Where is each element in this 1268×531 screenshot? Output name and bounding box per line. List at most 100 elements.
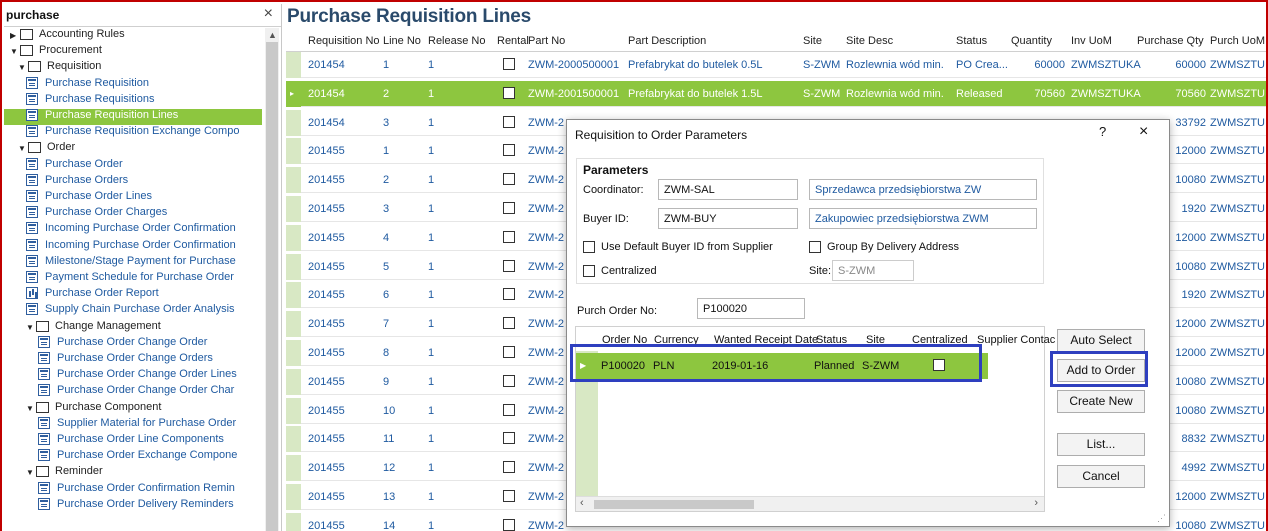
expand-down-icon[interactable]: ▼ [26,466,36,479]
rental-checkbox[interactable] [503,144,515,157]
auto-select-button[interactable]: Auto Select [1057,329,1145,352]
coordinator-field[interactable]: ZWM-SAL [658,179,798,200]
order-row[interactable]: ▶ P100020 PLN 2019-01-16 Planned S-ZWM [576,353,988,379]
nav-item-requisition[interactable]: ▼ Requisition [18,60,101,76]
rental-checkbox[interactable] [503,58,515,70]
nav-item-purchase-requisition-lines[interactable]: Purchase Requisition Lines [4,109,262,125]
order-grid-hscroll[interactable]: ‹ › [576,496,1044,511]
nav-item-purchase-order-exchange-compone[interactable]: Purchase Order Exchange Compone [38,449,237,465]
navigator-scrollbar[interactable]: ▲ [265,28,279,531]
column-header-part-description[interactable]: Part Description [628,35,706,47]
nav-item-incoming-purchase-order-confirmation[interactable]: Incoming Purchase Order Confirmation [26,222,236,238]
centralized-checkbox[interactable] [583,265,595,277]
close-icon[interactable]: × [1139,123,1148,141]
buyer-id-field[interactable]: ZWM-BUY [658,208,798,229]
nav-item-order[interactable]: ▼ Order [18,141,75,157]
rental-checkbox[interactable] [503,403,515,416]
help-icon[interactable]: ? [1099,124,1106,139]
navigator-search-input[interactable] [6,6,256,24]
order-column-status[interactable]: Status [816,334,847,346]
resize-grip-icon[interactable]: ⋰ [1157,513,1166,524]
rental-checkbox[interactable] [503,259,515,272]
nav-item-procurement[interactable]: ▼ Procurement [10,44,102,60]
nav-item-change-management[interactable]: ▼ Change Management [26,320,161,336]
expand-down-icon[interactable]: ▼ [18,61,28,74]
rental-checkbox[interactable] [503,490,515,502]
rental-checkbox[interactable] [503,202,515,214]
nav-item-purchase-order[interactable]: Purchase Order [26,157,123,174]
rental-checkbox[interactable] [503,317,515,330]
purch-order-field[interactable]: P100020 [697,298,805,319]
nav-item-purchase-order-confirmation-remin[interactable]: Purchase Order Confirmation Remin [38,481,235,498]
hscroll-thumb[interactable] [594,500,754,509]
create-new-button[interactable]: Create New [1057,390,1145,413]
nav-item-purchase-order-change-order[interactable]: Purchase Order Change Order [38,335,207,352]
nav-item-supplier-material-for-purchase-order[interactable]: Supplier Material for Purchase Order [38,416,236,433]
list-button[interactable]: List... [1057,433,1145,456]
column-header-purchase-qty[interactable]: Purchase Qty [1137,35,1204,47]
column-header-rental[interactable]: Rental [497,35,529,47]
rental-checkbox[interactable] [503,461,515,474]
order-column-supplier-contac[interactable]: Supplier Contac [977,334,1055,346]
expand-right-icon[interactable]: ▶ [10,29,20,42]
group-delivery-checkbox[interactable] [809,241,821,253]
column-header-line-no[interactable]: Line No [383,35,421,47]
nav-item-purchase-order-change-orders[interactable]: Purchase Order Change Orders [38,352,213,368]
nav-item-purchase-requisition-exchange-compo[interactable]: Purchase Requisition Exchange Compo [26,125,239,141]
nav-item-milestone-stage-payment-for-purchase[interactable]: Milestone/Stage Payment for Purchase [26,254,236,271]
nav-item-accounting-rules[interactable]: ▶ Accounting Rules [10,28,125,44]
rental-checkbox[interactable] [503,115,515,128]
column-header-part-no[interactable]: Part No [528,35,565,47]
expand-down-icon[interactable]: ▼ [10,45,20,58]
nav-item-purchase-component[interactable]: ▼ Purchase Component [26,401,161,417]
scroll-left-icon[interactable]: ‹ [580,497,584,509]
column-header-release-no[interactable]: Release No [428,35,485,47]
order-column-order-no[interactable]: Order No [602,334,647,346]
scroll-up-icon[interactable]: ▲ [268,30,277,40]
order-column-wanted-receipt-date[interactable]: Wanted Receipt Date [714,334,818,346]
nav-item-purchase-order-charges[interactable]: Purchase Order Charges [26,206,167,222]
nav-item-payment-schedule-for-purchase-order[interactable]: Payment Schedule for Purchase Order [26,271,234,287]
rental-checkbox[interactable] [503,86,515,99]
nav-item-purchase-requisition[interactable]: Purchase Requisition [26,76,149,93]
nav-item-supply-chain-purchase-order-analysis[interactable]: Supply Chain Purchase Order Analysis [26,303,235,319]
table-row[interactable]: 201454 1 1 ZWM-2000500001 Prefabrykat do but… [286,52,1266,78]
nav-item-purchase-order-change-order-lines[interactable]: Purchase Order Change Order Lines [38,368,237,384]
rental-checkbox[interactable] [503,374,515,387]
table-row[interactable]: 201454 2 1 ZWM-2001500001 Prefabrykat do but… [286,80,1266,107]
expand-down-icon[interactable]: ▼ [18,142,28,155]
nav-item-purchase-order-line-components[interactable]: Purchase Order Line Components [38,433,224,449]
cancel-button[interactable]: Cancel [1057,465,1145,488]
column-header-site-desc[interactable]: Site Desc [846,35,893,47]
rental-checkbox[interactable] [503,432,515,445]
scroll-right-icon[interactable]: › [1034,497,1038,509]
rental-checkbox[interactable] [503,230,515,243]
nav-item-purchase-order-lines[interactable]: Purchase Order Lines [26,190,152,206]
add-to-order-button[interactable]: Add to Order [1057,359,1145,382]
nav-item-purchase-order-report[interactable]: Purchase Order Report [26,287,159,303]
rental-checkbox[interactable] [503,346,515,358]
rental-checkbox[interactable] [503,288,515,301]
column-header-requisition-no[interactable]: Requisition No [308,35,380,47]
nav-item-purchase-order-change-order-char[interactable]: Purchase Order Change Order Char [38,384,234,400]
order-column-centralized[interactable]: Centralized [912,334,968,346]
nav-item-purchase-order-delivery-reminders[interactable]: Purchase Order Delivery Reminders [38,497,234,514]
clear-search-icon[interactable]: × [264,5,273,23]
nav-item-purchase-orders[interactable]: Purchase Orders [26,173,128,190]
column-header-inv-uom[interactable]: Inv UoM [1071,35,1112,47]
order-column-currency[interactable]: Currency [654,334,699,346]
column-header-status[interactable]: Status [956,35,987,47]
nav-item-purchase-requisitions[interactable]: Purchase Requisitions [26,92,154,109]
expand-down-icon[interactable]: ▼ [26,402,36,415]
expand-down-icon[interactable]: ▼ [26,321,36,334]
column-header-purch-uom[interactable]: Purch UoM [1210,35,1265,47]
nav-item-incoming-purchase-order-confirmation[interactable]: Incoming Purchase Order Confirmation [26,238,236,255]
column-header-site[interactable]: Site [803,35,822,47]
centralized-cell-checkbox[interactable] [933,359,945,371]
rental-checkbox[interactable] [503,518,515,531]
scrollbar-thumb[interactable] [266,42,278,531]
order-column-site[interactable]: Site [866,334,885,346]
column-header-quantity[interactable]: Quantity [1011,35,1052,47]
default-buyer-checkbox[interactable] [583,241,595,253]
rental-checkbox[interactable] [503,173,515,186]
